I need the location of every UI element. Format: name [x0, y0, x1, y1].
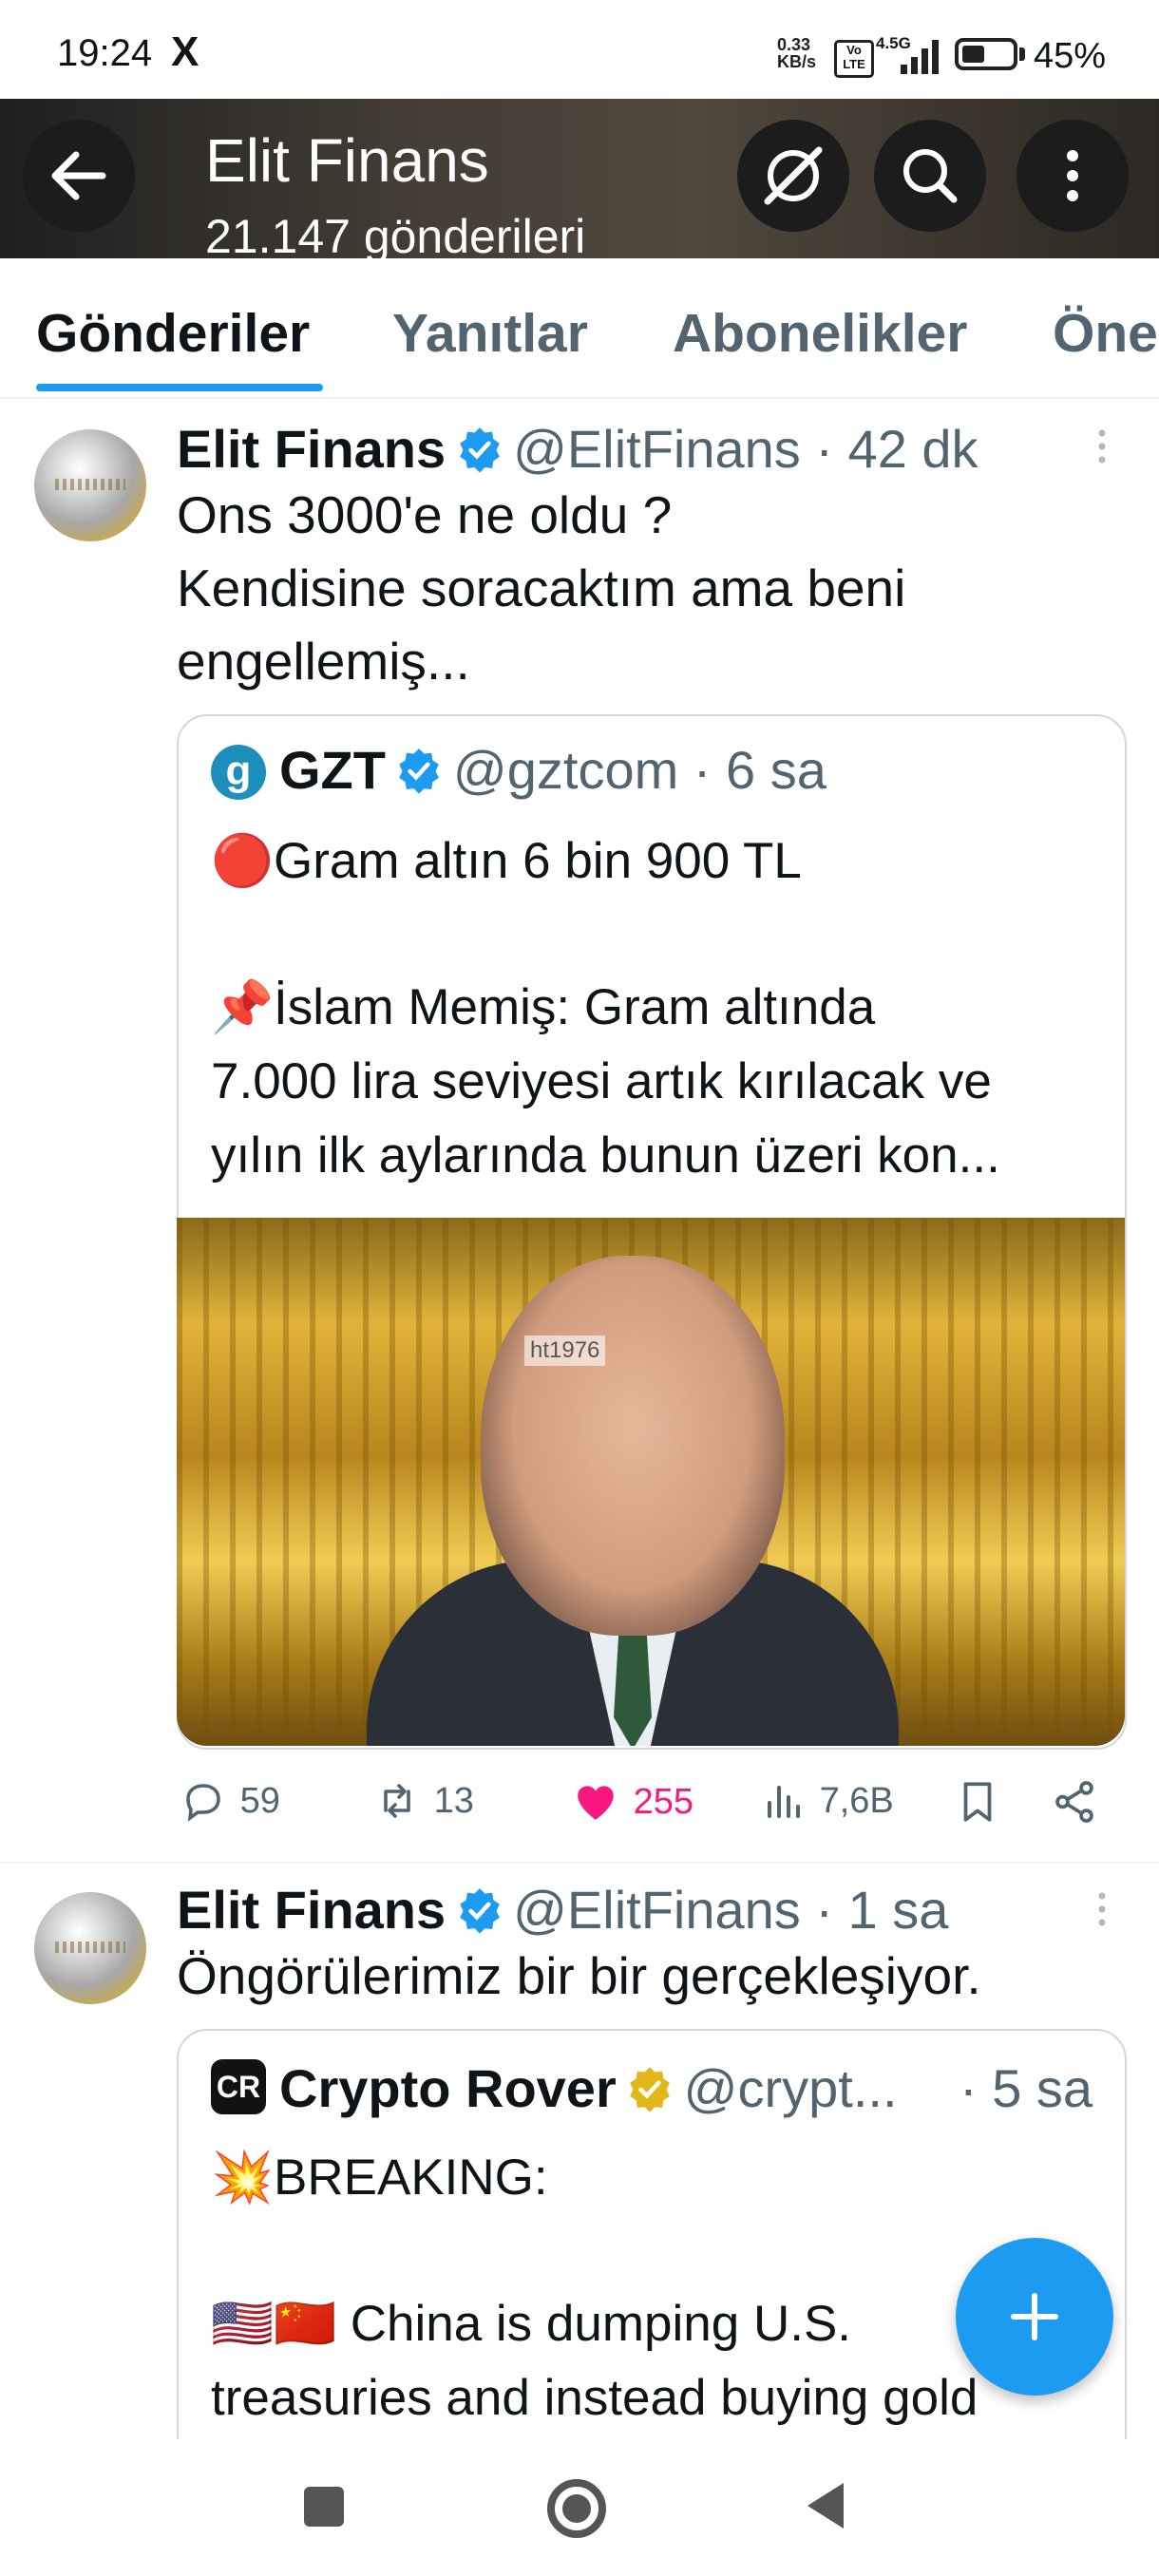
signal-bars-icon: [901, 38, 942, 74]
quote-author-handle: @crypt...: [683, 2058, 898, 2118]
plus-icon-vertical: [1032, 2293, 1037, 2340]
network-speed-unit: KB/s: [777, 52, 817, 71]
status-bar: 19:24 X 0.33 KB/s Vo LTE 4.5G 45%: [0, 0, 1159, 99]
battery-icon: [955, 38, 1017, 70]
battery-fill: [962, 46, 984, 63]
repost-button[interactable]: 13: [374, 1778, 474, 1824]
compose-post-button[interactable]: [956, 2238, 1113, 2396]
gzt-logo-icon: g: [211, 745, 266, 800]
post-text-line: Öngörülerimiz bir bir gerçekleşiyor.: [177, 1946, 981, 2005]
verified-badge-icon: [459, 427, 500, 473]
tab-highlights[interactable]: Öne: [1053, 302, 1158, 365]
verified-badge-icon: [459, 1888, 500, 1934]
more-vertical-icon: [1098, 1892, 1106, 1926]
heart-icon: [578, 1786, 614, 1820]
post-more-button[interactable]: [1091, 1886, 1113, 1942]
share-button[interactable]: [1051, 1778, 1098, 1826]
quote-image[interactable]: ht1976: [177, 1218, 1125, 1746]
view-count: 7,6B: [819, 1780, 894, 1821]
search-icon: [903, 149, 958, 203]
reply-count: 59: [239, 1780, 280, 1821]
author-handle: @ElitFinans · 42 dk: [513, 419, 978, 479]
tab-posts[interactable]: Gönderiler: [36, 302, 310, 365]
quote-text-line: 7.000 lira seviyesi artık kırılacak ve: [211, 1053, 992, 1109]
battery-percent: 45%: [1034, 36, 1107, 76]
recents-button[interactable]: [304, 2487, 344, 2527]
home-button-dot: [562, 2494, 591, 2523]
quote-text-line: yılın ilk aylarında bunun üzeri kon...: [211, 1127, 1000, 1184]
reply-button[interactable]: 59: [180, 1778, 280, 1824]
back-button[interactable]: [23, 120, 135, 232]
post-count: 21.147 gönderileri: [205, 210, 586, 258]
quote-text-line: 🔴Gram altın 6 bin 900 TL: [211, 833, 802, 889]
volte-icon: Vo LTE: [834, 40, 874, 78]
post-author-row: Elit Finans @ElitFinans · 42 dk: [177, 418, 978, 480]
quote-author-row: GZT @gztcom · 6 sa: [279, 739, 826, 801]
gold-verified-badge-icon: [630, 2067, 671, 2112]
like-count: 255: [633, 1781, 694, 1822]
profile-header: Elit Finans 21.147 gönderileri: [0, 99, 1159, 258]
post-text-line: Ons 3000'e ne oldu ?: [177, 485, 673, 544]
system-nav-bar: [0, 2439, 1159, 2576]
crypto-rover-logo-icon: CR: [211, 2059, 266, 2114]
tab-subscriptions[interactable]: Abonelikler: [673, 302, 967, 365]
post-text-line: engellemiş...: [177, 632, 470, 691]
post-text-line: Kendisine soracaktım ama beni: [177, 559, 906, 617]
back-nav-button[interactable]: [808, 2483, 844, 2529]
active-tab-indicator: [36, 384, 323, 391]
views-icon: [768, 1786, 800, 1818]
more-vertical-icon: [1067, 150, 1078, 201]
page-title: Elit Finans: [205, 126, 489, 195]
reply-icon: [186, 1784, 220, 1822]
more-options-button[interactable]: [1016, 120, 1129, 232]
quote-author-handle: @gztcom · 6 sa: [452, 740, 826, 800]
profile-tabs: Gönderiler Yanıtlar Abonelikler Öne: [0, 258, 1159, 399]
repost-icon: [384, 1784, 410, 1818]
status-time: 19:24: [57, 32, 153, 74]
post-divider: [0, 1862, 1159, 1864]
quote-author-row: Crypto Rover @crypt...: [279, 2057, 898, 2119]
like-button[interactable]: 255: [572, 1778, 694, 1826]
quote-text-line: 📌İslam Memiş: Gram altında: [211, 979, 876, 1035]
network-speed: 0.33 KB/s: [777, 36, 816, 70]
grok-button[interactable]: [737, 120, 849, 232]
post-more-button[interactable]: [1091, 424, 1113, 480]
bookmark-button[interactable]: [954, 1778, 1001, 1826]
more-vertical-icon: [1098, 429, 1106, 464]
avatar[interactable]: [34, 1892, 146, 2004]
search-button[interactable]: [874, 120, 986, 232]
quote-author-name: Crypto Rover: [279, 2058, 617, 2118]
share-icon: [1055, 1781, 1093, 1823]
quote-time: · 5 sa: [960, 2058, 1093, 2118]
battery-tip: [1019, 47, 1025, 61]
bookmark-icon: [963, 1782, 992, 1822]
quote-text-line: 💥BREAKING:: [211, 2150, 548, 2206]
tab-replies[interactable]: Yanıtlar: [392, 302, 588, 365]
views-button[interactable]: 7,6B: [760, 1778, 894, 1824]
post-author-row: Elit Finans @ElitFinans · 1 sa: [177, 1879, 948, 1941]
quote-text-line: 🇺🇸🇨🇳 China is dumping U.S.: [211, 2296, 852, 2352]
author-name[interactable]: Elit Finans: [177, 1880, 446, 1940]
quote-text-line: treasuries and instead buying gold: [211, 2370, 978, 2426]
repost-count: 13: [433, 1780, 474, 1821]
network-speed-value: 0.33: [777, 35, 811, 54]
image-watermark: ht1976: [524, 1335, 606, 1366]
author-handle: @ElitFinans · 1 sa: [513, 1880, 949, 1940]
photo-person: [481, 1256, 785, 1636]
verified-badge-icon: [399, 748, 440, 794]
back-arrow-icon: [51, 151, 106, 200]
quote-author-name: GZT: [279, 740, 386, 800]
grok-icon: [764, 146, 823, 205]
avatar[interactable]: [34, 429, 146, 541]
author-name[interactable]: Elit Finans: [177, 419, 446, 479]
x-app-icon: X: [171, 28, 200, 75]
post-actions: 59 13 255 7,6B: [0, 1778, 1159, 1835]
